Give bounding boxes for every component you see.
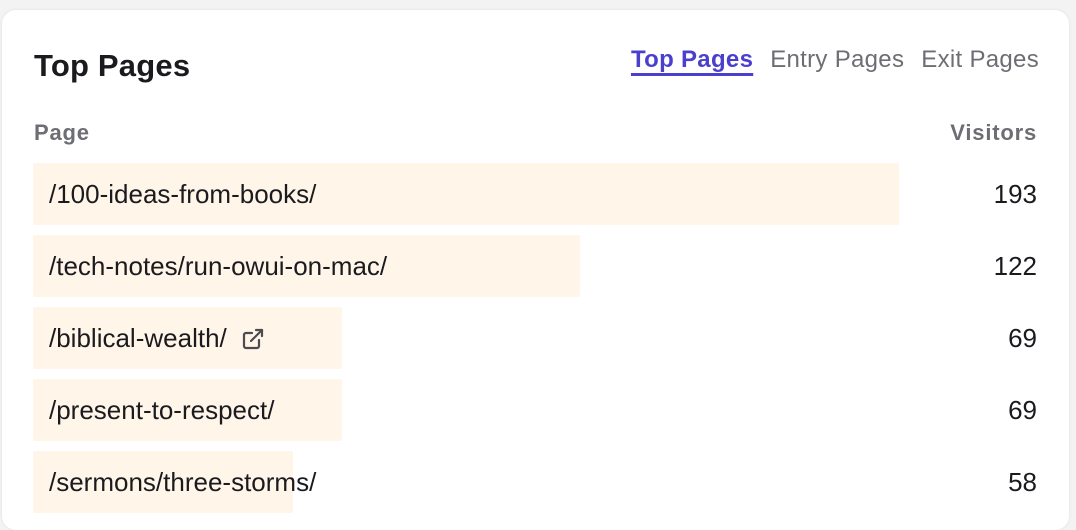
tab-list: Top Pages Entry Pages Exit Pages [631,46,1039,74]
column-header-page: Page [34,120,90,145]
table-row[interactable]: /present-to-respect/ 69 [33,379,1037,441]
visitor-count: 122 [993,251,1037,281]
card-title: Top Pages [34,48,191,83]
tab-exit-pages[interactable]: Exit Pages [921,46,1039,74]
visitor-count: 69 [1008,395,1037,425]
tab-entry-pages[interactable]: Entry Pages [770,46,904,74]
column-header-visitors: Visitors [950,120,1037,145]
page-path[interactable]: /present-to-respect/ [49,395,274,426]
page-path[interactable]: /biblical-wealth/ [49,323,227,354]
table-row[interactable]: /100-ideas-from-books/ 193 [33,163,1037,225]
visitor-count: 58 [1008,467,1037,497]
tab-top-pages[interactable]: Top Pages [631,46,753,74]
page-path[interactable]: /tech-notes/run-owui-on-mac/ [49,251,387,282]
table-row[interactable]: /tech-notes/run-owui-on-mac/ 122 [33,235,1037,297]
page-path[interactable]: /100-ideas-from-books/ [49,179,316,210]
visitor-count: 69 [1008,323,1037,353]
top-pages-card: Top Pages Top Pages Entry Pages Exit Pag… [2,10,1069,530]
visitor-count: 193 [993,179,1037,209]
table-row[interactable]: /sermons/three-storms/ 58 [33,451,1037,513]
page-path[interactable]: /sermons/three-storms/ [49,467,316,498]
external-link-icon[interactable] [241,327,265,351]
table-row[interactable]: /biblical-wealth/ 69 [33,307,1037,369]
